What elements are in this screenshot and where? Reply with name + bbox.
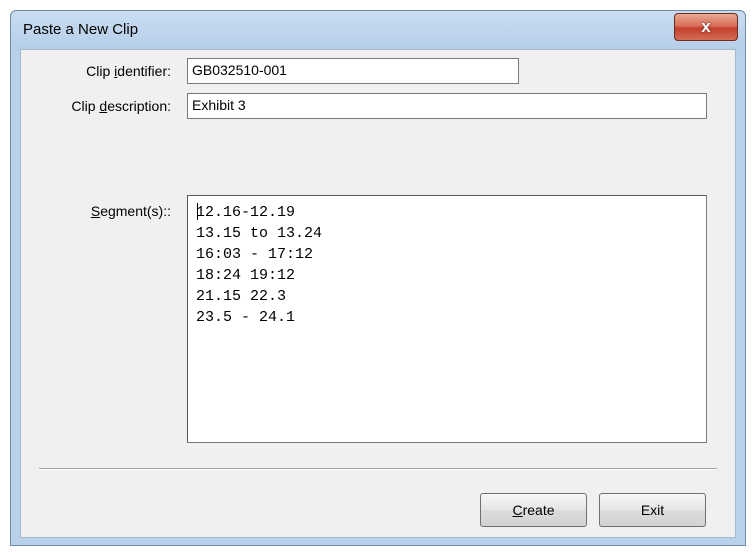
- segment-line: 13.15 to 13.24: [196, 225, 323, 242]
- segments-textarea[interactable]: 12.16-12.19 13.15 to 13.24 16:03 - 17:12 18…: [187, 195, 707, 443]
- title-bar[interactable]: Paste a New Clip x: [11, 11, 745, 49]
- segment-line: 21.15 22.3: [196, 288, 287, 305]
- text-caret: [197, 203, 198, 220]
- exit-button[interactable]: Exit: [599, 493, 706, 527]
- segments-label: Segment(s)::: [90, 203, 171, 219]
- separator: [39, 468, 717, 470]
- clip-description-field[interactable]: Exhibit 3: [187, 93, 707, 119]
- create-button[interactable]: Create: [480, 493, 587, 527]
- segment-line: 12.16-12.19: [196, 204, 296, 221]
- segment-line: 16:03 - 17:12: [196, 246, 314, 263]
- window-title: Paste a New Clip: [23, 21, 139, 38]
- close-icon: x: [701, 17, 711, 36]
- clip-identifier-field[interactable]: GB032510-001: [187, 58, 519, 84]
- clip-description-label: Clip description:: [71, 98, 171, 114]
- close-button[interactable]: x: [674, 13, 738, 41]
- dialog-body: Clip identifier: GB032510-001 Clip descr…: [20, 49, 736, 538]
- segment-line: 18:24 19:12: [196, 267, 296, 284]
- clip-identifier-label: Clip identifier:: [86, 63, 171, 79]
- segment-line: 23.5 - 24.1: [196, 309, 296, 326]
- paste-clip-dialog: Paste a New Clip x Clip identifier: GB03…: [10, 10, 746, 546]
